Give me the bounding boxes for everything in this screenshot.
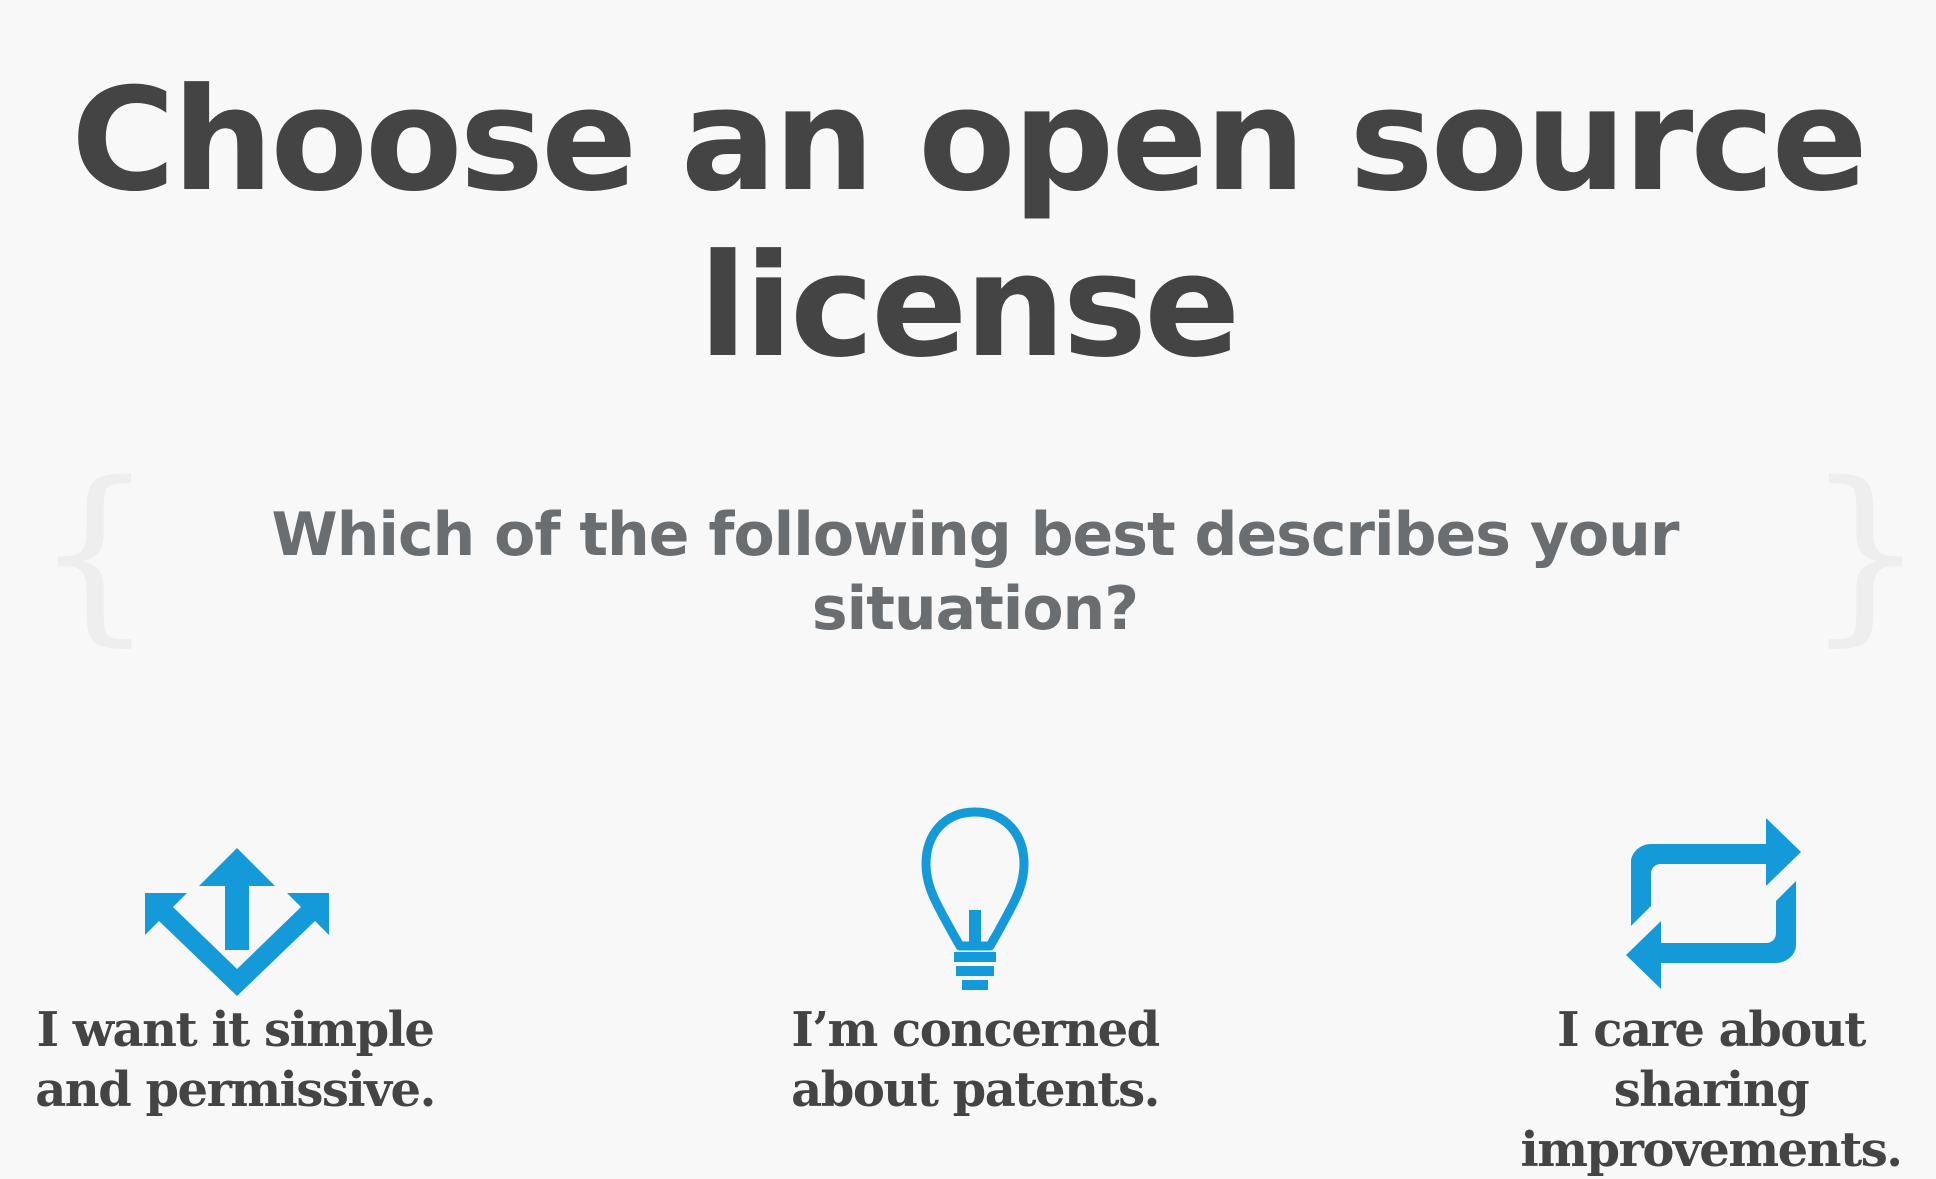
question-section: { Which of the following best describes … bbox=[0, 458, 1936, 670]
option-patents[interactable]: I’m concerned about patents. bbox=[745, 800, 1205, 1179]
option-sharing-improvements[interactable]: I care about sharing improvements. bbox=[1481, 800, 1936, 1179]
lightbulb-icon bbox=[745, 800, 1205, 995]
repeat-arrows-icon bbox=[1481, 800, 1936, 995]
option-label-sharing: I care about sharing improvements. bbox=[1520, 1002, 1903, 1178]
option-simple-permissive[interactable]: I want it simple and permissive. bbox=[5, 800, 465, 1179]
option-label-patents: I’m concerned about patents. bbox=[791, 1002, 1160, 1118]
license-options: I want it simple and permissive. I’m con… bbox=[0, 800, 1936, 1179]
arrows-split-icon bbox=[5, 800, 465, 996]
question-text: Which of the following best describes yo… bbox=[271, 500, 1680, 644]
option-label-simple: I want it simple and permissive. bbox=[35, 1002, 436, 1118]
left-brace-decoration: { bbox=[34, 442, 155, 663]
right-brace-decoration: } bbox=[1805, 442, 1926, 663]
page-title: Choose an open source license bbox=[71, 58, 1868, 389]
